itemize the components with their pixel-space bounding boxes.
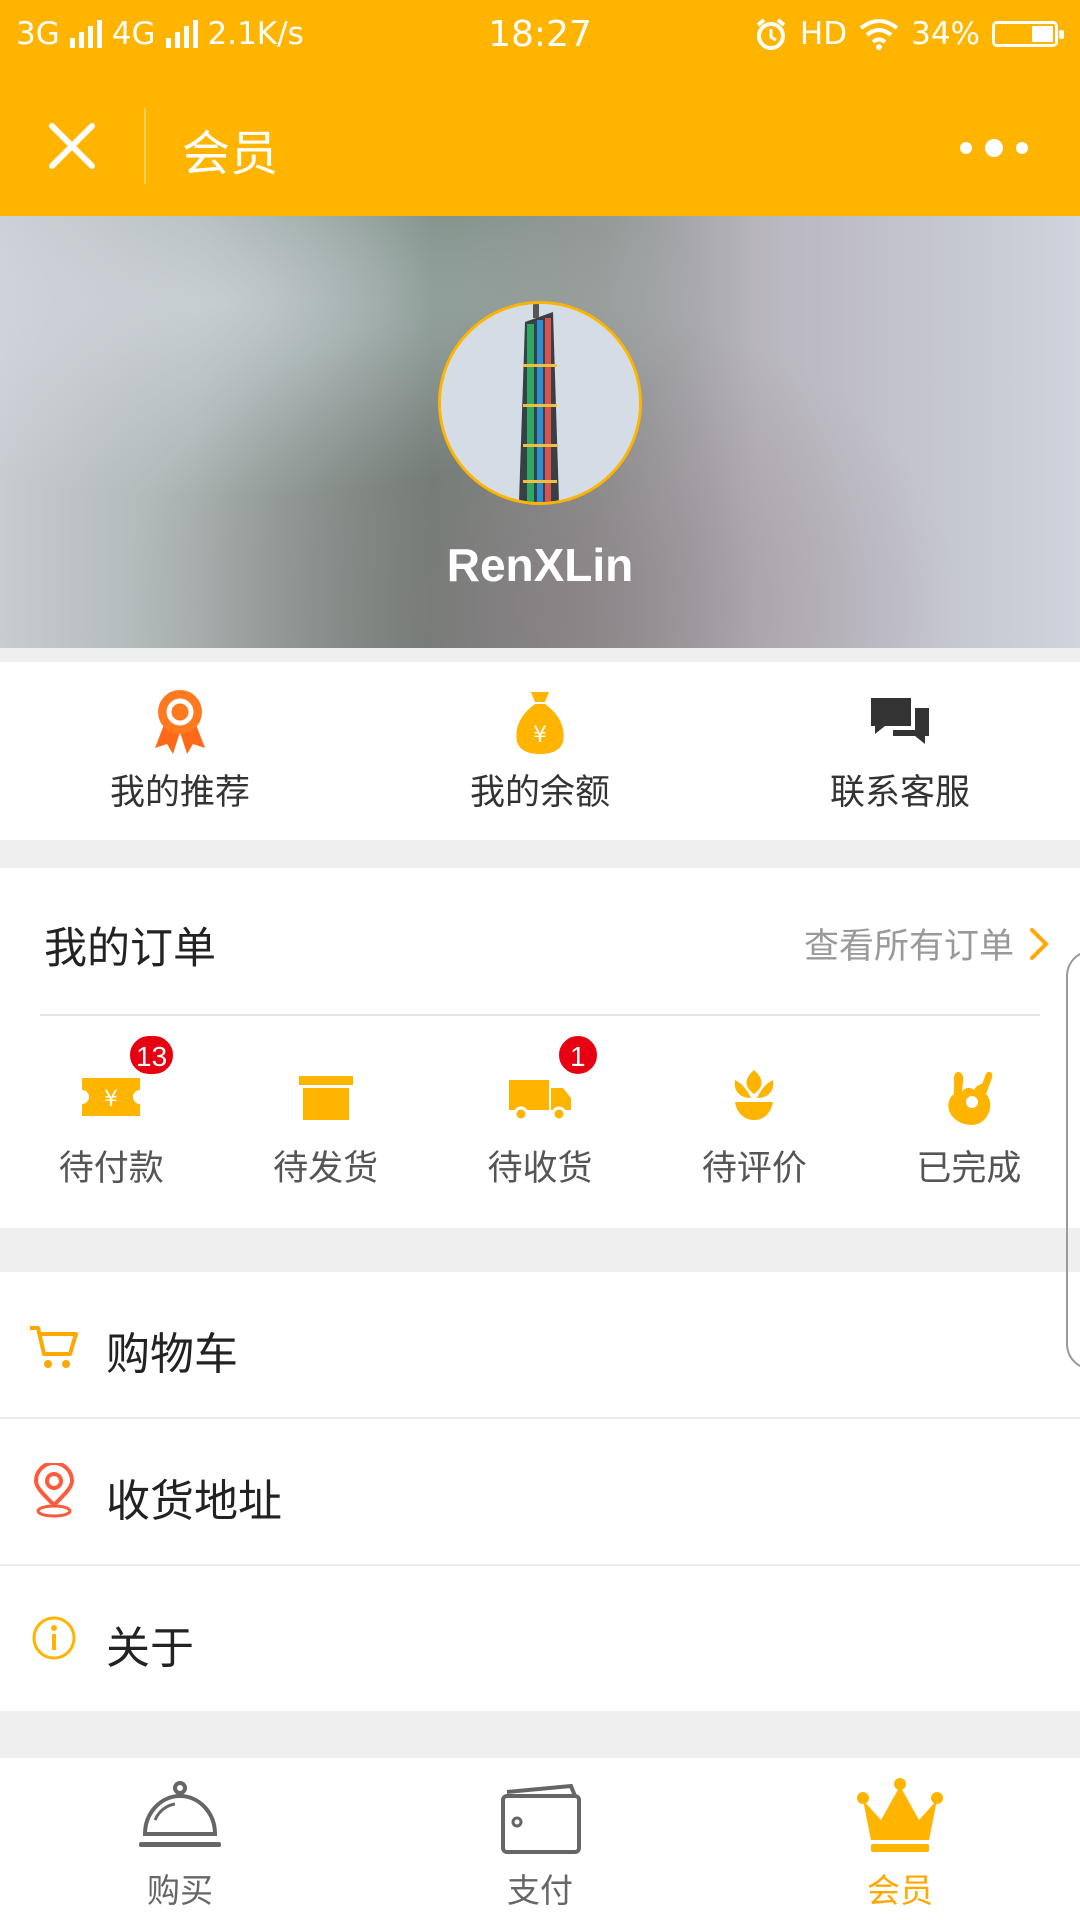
order-status-to-review[interactable]: 待评价 bbox=[647, 1028, 861, 1218]
ok-hand-icon bbox=[948, 1071, 993, 1125]
tab-member[interactable]: 会员 bbox=[720, 1758, 1080, 1920]
ribbon-medal-icon bbox=[155, 690, 205, 754]
orders-divider bbox=[40, 1014, 1040, 1016]
battery-percent: 34% bbox=[911, 16, 980, 52]
hd-label: HD bbox=[799, 16, 848, 52]
quick-action-label: 我的余额 bbox=[469, 773, 610, 813]
cloche-icon bbox=[139, 1781, 221, 1847]
close-icon[interactable] bbox=[42, 116, 102, 176]
quick-actions: 我的推荐 ¥ 我的余额 联系客服 bbox=[0, 662, 1080, 840]
wallet-icon bbox=[501, 1783, 581, 1854]
tab-label: 支付 bbox=[507, 1871, 573, 1910]
battery-icon bbox=[992, 21, 1064, 47]
order-status-label: 待收货 bbox=[487, 1149, 593, 1189]
menu-item-label: 购物车 bbox=[106, 1329, 238, 1380]
tab-bar: 购买 支付 会员 bbox=[0, 1758, 1080, 1920]
money-bag-icon: ¥ bbox=[516, 692, 564, 754]
tab-label: 会员 bbox=[867, 1871, 933, 1910]
tab-buy[interactable]: 购买 bbox=[0, 1758, 360, 1920]
order-status-label: 待付款 bbox=[58, 1149, 164, 1189]
page-title: 会员 bbox=[182, 126, 279, 182]
profile-header: RenXLin bbox=[0, 216, 1080, 648]
view-all-orders-link[interactable]: 查看所有订单 bbox=[804, 918, 1050, 969]
svg-text:¥: ¥ bbox=[104, 1087, 118, 1112]
orders-panel: 我的订单 查看所有订单 ¥ 13 待付款 待发货 1 待收货 待评价 已完成 bbox=[0, 868, 1080, 1228]
order-status-to-receive[interactable]: 1 待收货 bbox=[433, 1028, 647, 1218]
quick-action-recommend[interactable]: 我的推荐 bbox=[0, 662, 360, 840]
crown-icon bbox=[857, 1778, 943, 1852]
truck-icon bbox=[509, 1080, 572, 1122]
order-status-completed[interactable]: 已完成 bbox=[862, 1028, 1076, 1218]
more-dots-icon[interactable] bbox=[946, 128, 1042, 168]
quick-action-service[interactable]: 联系客服 bbox=[720, 662, 1080, 840]
order-status-label: 已完成 bbox=[916, 1149, 1022, 1189]
side-drawer-handle[interactable] bbox=[1066, 950, 1080, 1370]
alarm-icon bbox=[756, 18, 786, 50]
wifi-icon bbox=[859, 19, 899, 50]
view-all-label: 查看所有订单 bbox=[803, 927, 1014, 967]
order-status-to-ship[interactable]: 待发货 bbox=[218, 1028, 432, 1218]
nav-bar: 会员 bbox=[0, 76, 1080, 216]
unpaid-count-badge: 13 bbox=[128, 1034, 176, 1076]
flower-icon bbox=[735, 1070, 774, 1120]
chevron-right-icon bbox=[1030, 927, 1049, 960]
menu-item-label: 收货地址 bbox=[106, 1476, 282, 1527]
username: RenXLin bbox=[446, 539, 634, 591]
tower-photo bbox=[441, 304, 639, 502]
menu-item-address[interactable]: 收货地址 bbox=[0, 1419, 1080, 1566]
menu-item-about[interactable]: 关于 bbox=[0, 1566, 1080, 1711]
box-icon bbox=[298, 1076, 353, 1120]
tab-pay[interactable]: 支付 bbox=[360, 1758, 720, 1920]
location-pin-icon bbox=[33, 1463, 75, 1518]
order-status-label: 待发货 bbox=[273, 1149, 379, 1189]
quick-action-label: 联系客服 bbox=[829, 773, 970, 813]
menu-item-label: 关于 bbox=[106, 1623, 194, 1674]
order-status-label: 待评价 bbox=[701, 1149, 807, 1189]
menu-item-cart[interactable]: 购物车 bbox=[0, 1272, 1080, 1419]
cart-icon bbox=[30, 1326, 78, 1368]
quick-action-label: 我的推荐 bbox=[109, 773, 250, 813]
svg-text:¥: ¥ bbox=[533, 723, 547, 748]
orders-title: 我的订单 bbox=[44, 924, 216, 974]
status-bar: 3G 4G 2.1K/s 18:27 HD 34% bbox=[0, 0, 1080, 76]
to-receive-count-badge: 1 bbox=[556, 1034, 599, 1076]
menu-list: 购物车 收货地址 关于 bbox=[0, 1272, 1080, 1711]
info-icon bbox=[32, 1616, 76, 1660]
quick-action-balance[interactable]: ¥ 我的余额 bbox=[360, 662, 720, 840]
ticket-yen-icon: ¥ bbox=[82, 1078, 141, 1116]
avatar[interactable] bbox=[438, 301, 642, 505]
order-status-unpaid[interactable]: ¥ 13 待付款 bbox=[4, 1028, 218, 1218]
chat-bubbles-icon bbox=[871, 698, 929, 744]
nav-divider bbox=[144, 108, 146, 184]
tab-label: 购买 bbox=[147, 1871, 213, 1910]
